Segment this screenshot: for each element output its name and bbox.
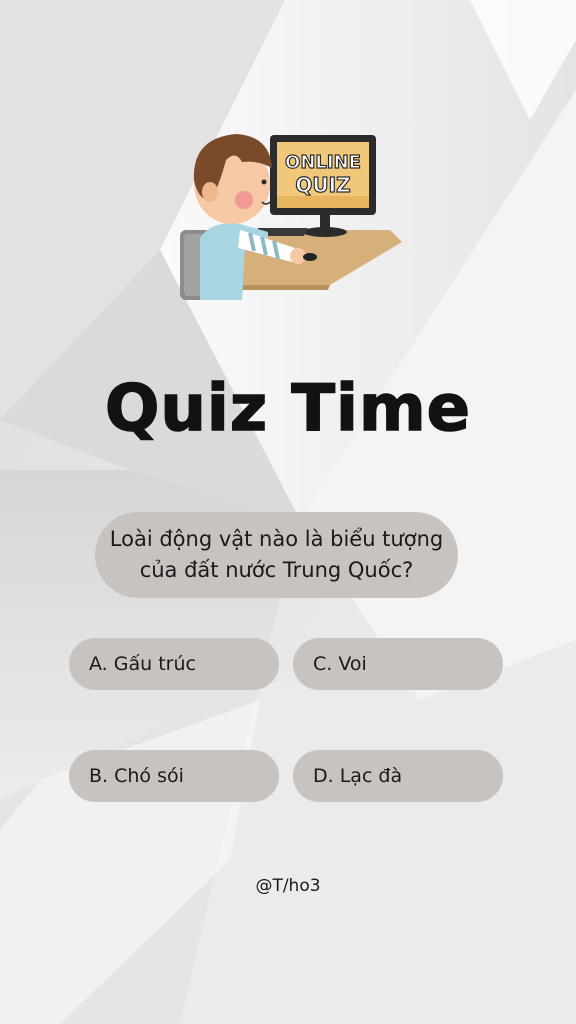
option-b-button[interactable]: B. Chó sói [69, 750, 279, 802]
online-quiz-illustration: ONLINE QUIZ [180, 134, 402, 300]
option-a-button[interactable]: A. Gấu trúc [69, 638, 279, 690]
monitor-text-line1: ONLINE [285, 152, 361, 173]
question-card: Loài động vật nào là biểu tượng của đất … [95, 512, 458, 598]
page-title: Quiz Time [104, 371, 472, 447]
option-c-button[interactable]: C. Voi [293, 638, 503, 690]
option-d-button[interactable]: D. Lạc đà [293, 750, 503, 802]
monitor-text-line2: QUIZ [295, 173, 350, 197]
question-text: Loài động vật nào là biểu tượng của đất … [109, 527, 444, 582]
author-handle: @T/ho3 [255, 876, 321, 896]
